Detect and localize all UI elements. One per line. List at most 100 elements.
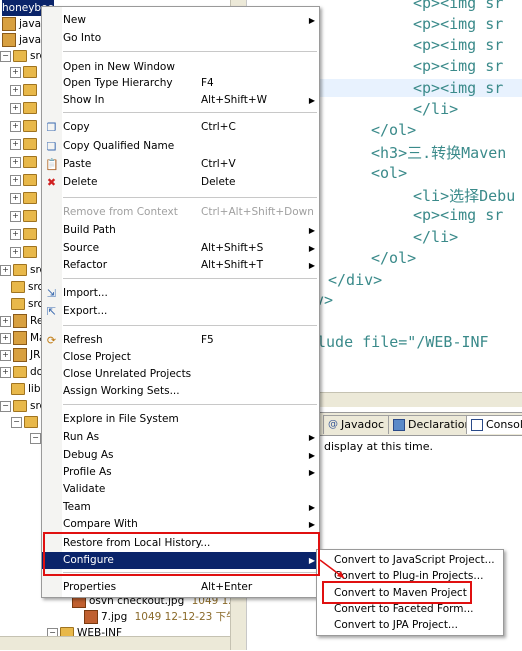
expand-toggle-icon[interactable]: + [10,210,21,222]
tab-javadoc[interactable]: @ Javadoc [323,415,389,434]
collapse-toggle-icon[interactable]: − [30,432,41,444]
source-folder-icon [11,281,25,293]
menu-item-close-project[interactable]: Close Project [42,349,319,366]
collapse-toggle-icon[interactable]: − [11,416,22,428]
collapse-toggle-icon[interactable]: − [0,50,11,62]
menu-item-restore-from-local-history[interactable]: Restore from Local History... [42,535,319,552]
tree-item[interactable]: src [11,296,43,312]
menu-item-build-path[interactable]: Build Path ▶ [42,222,319,239]
tree-item[interactable]: + Re [0,313,43,329]
menu-item-validate[interactable]: Validate [42,481,319,498]
expand-toggle-icon[interactable]: + [10,228,21,240]
expand-toggle-icon[interactable]: + [10,138,21,150]
tree-item[interactable]: + JR [0,347,40,363]
tree-item[interactable]: lib [11,381,41,397]
submenu-item-convert-to-maven-project[interactable]: Convert to Maven Project [317,585,503,602]
console-message: display at this time. [324,440,434,453]
tree-item[interactable]: − [11,414,41,430]
tree-item[interactable]: src [11,279,43,295]
expand-toggle-icon[interactable]: + [0,315,11,327]
menu-item-assign-working-sets[interactable]: Assign Working Sets... [42,383,319,400]
expand-toggle-icon[interactable]: + [10,66,21,78]
expand-toggle-icon[interactable]: + [0,264,11,276]
menu-item-team[interactable]: Team ▶ [42,499,319,516]
tree-item[interactable]: + Ma [0,330,46,346]
expand-toggle-icon[interactable]: + [0,366,11,378]
tree-item[interactable]: + [10,118,40,134]
menu-item-show-in[interactable]: Show In Alt+Shift+W ▶ [42,92,319,109]
tree-item[interactable]: + [10,208,40,224]
submenu-arrow-icon: ▶ [308,16,315,25]
tree-item[interactable]: + src [0,262,45,278]
tree-item[interactable]: 7.jpg 1049 12-12-23 下午3 [84,609,243,625]
submenu-arrow-icon: ▶ [308,556,315,565]
expand-toggle-icon[interactable]: + [10,120,21,132]
menu-item-explore-in-file-system[interactable]: Explore in File System [42,411,319,428]
copy-icon: ❐ [46,121,57,134]
menu-item-export[interactable]: ⇱ Export... [42,303,319,320]
menu-item-label: Build Path [63,224,116,236]
menu-item-shortcut: Alt+Shift+W [201,94,268,106]
menu-item-compare-with[interactable]: Compare With ▶ [42,516,319,533]
collapse-toggle-icon[interactable]: − [0,400,11,412]
menu-item-debug-as[interactable]: Debug As ▶ [42,447,319,464]
tab-declaration[interactable]: Declaration [388,415,477,434]
menu-item-paste[interactable]: 📋 Paste Ctrl+V [42,156,319,173]
expand-toggle-icon[interactable]: + [10,102,21,114]
tree-item[interactable]: + [10,136,40,152]
submenu-item-label: Convert to JPA Project... [334,619,458,631]
tree-item[interactable]: + [10,82,40,98]
submenu-item-convert-to-faceted-form[interactable]: Convert to Faceted Form... [317,601,503,618]
context-menu: New ▶ Go Into Open in New Window Open Type H… [41,6,320,598]
code-line: <li>选择Debu [413,187,516,205]
menu-item-import[interactable]: ⇲ Import... [42,285,319,302]
expand-toggle-icon[interactable]: + [10,246,21,258]
menu-item-properties[interactable]: Properties Alt+Enter [42,579,319,596]
menu-item-open-in-new-window[interactable]: Open in New Window [42,59,319,76]
tree-item[interactable]: + [10,100,40,116]
tree-item[interactable]: + [10,172,40,188]
submenu-arrow-icon: ▶ [308,244,315,253]
source-folder-icon [11,298,25,310]
library-icon [13,314,27,328]
menu-item-copy-qualified-name[interactable]: ❏ Copy Qualified Name [42,138,319,155]
expand-toggle-icon[interactable]: + [10,84,21,96]
menu-item-shortcut: F4 [201,77,214,89]
tree-item[interactable]: + [10,64,40,80]
menu-item-label: Copy [63,121,90,133]
expand-toggle-icon[interactable]: + [10,156,21,168]
menu-item-new[interactable]: New ▶ [42,12,319,29]
submenu-arrow-icon: ▶ [308,468,315,477]
image-file-icon [84,610,98,624]
menu-item-label: Close Project [63,351,131,363]
expand-toggle-icon[interactable]: + [0,349,11,361]
menu-item-run-as[interactable]: Run As ▶ [42,429,319,446]
tree-item[interactable]: + [10,244,40,260]
menu-item-delete[interactable]: ✖ Delete Delete [42,174,319,191]
expand-toggle-icon[interactable]: + [10,192,21,204]
delete-icon: ✖ [46,176,57,189]
menu-item-configure[interactable]: Configure ▶ [42,552,319,569]
menu-item-refresh[interactable]: ⟳ Refresh F5 [42,332,319,349]
menu-item-refactor[interactable]: Refactor Alt+Shift+T ▶ [42,257,319,274]
menu-item-source[interactable]: Source Alt+Shift+S ▶ [42,240,319,257]
menu-item-profile-as[interactable]: Profile As ▶ [42,464,319,481]
submenu-arrow-icon: ▶ [308,261,315,270]
menu-item-copy[interactable]: ❐ Copy Ctrl+C [42,119,319,136]
tree-item[interactable]: − src [0,398,45,414]
menu-item-label: Open in New Window [63,61,175,73]
expand-toggle-icon[interactable]: + [0,332,11,344]
tree-item[interactable]: + [10,190,40,206]
horizontal-scrollbar[interactable] [0,636,230,650]
tree-item[interactable]: − src [0,48,45,64]
expand-toggle-icon[interactable]: + [10,174,21,186]
tree-item[interactable]: + [10,226,40,242]
submenu-item-convert-to-jpa-project[interactable]: Convert to JPA Project... [317,617,503,634]
menu-item-go-into[interactable]: Go Into [42,30,319,47]
menu-item-open-type-hierarchy[interactable]: Open Type Hierarchy F4 [42,75,319,92]
code-line: <p><img sr [413,57,504,75]
menu-item-close-unrelated-projects[interactable]: Close Unrelated Projects [42,366,319,383]
tree-item[interactable]: + [10,154,40,170]
tree-item[interactable]: + do [0,364,43,380]
tab-console[interactable]: Console [466,415,522,434]
